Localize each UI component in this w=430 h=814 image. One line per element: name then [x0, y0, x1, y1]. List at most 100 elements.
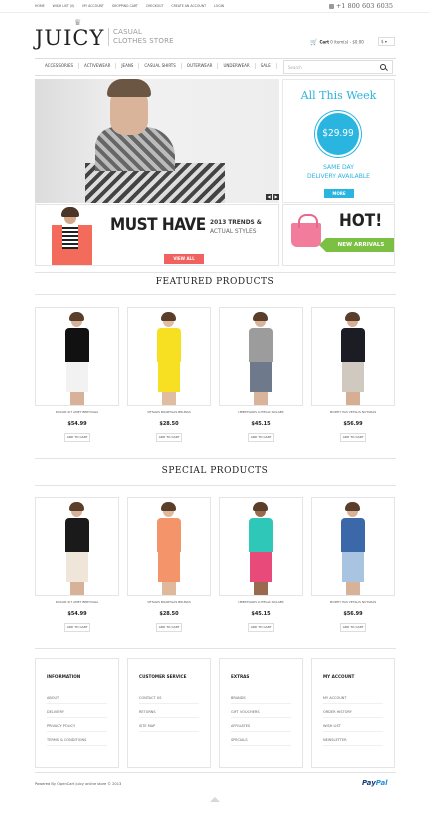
- footer-link[interactable]: Delivery: [47, 710, 107, 718]
- product-name[interactable]: Morth Has Vetalis Nuturas: [311, 410, 395, 414]
- must-have-subtitle: 2013 Trends & Actual Styles: [210, 218, 270, 236]
- top-link-login[interactable]: Login: [214, 4, 224, 8]
- footer-link[interactable]: Affiliates: [231, 724, 291, 732]
- footer-link[interactable]: Newsletter: [323, 738, 383, 746]
- product-price: $54.99: [67, 421, 87, 427]
- model-legs: [346, 582, 360, 595]
- top-link-cart[interactable]: Shopping Cart: [112, 4, 138, 8]
- featured-product-image[interactable]: [127, 307, 211, 406]
- model-bottom: [342, 552, 364, 582]
- must-have-title: MUST HAVE: [110, 215, 206, 235]
- chevron-down-icon: ▾: [384, 39, 387, 44]
- search-icon[interactable]: [380, 64, 386, 70]
- top-link-home[interactable]: Home: [35, 4, 45, 8]
- nav-sale[interactable]: Sale: [256, 63, 277, 69]
- banner-model-image: [44, 205, 100, 265]
- product-price: $56.99: [343, 611, 363, 617]
- footer-link[interactable]: Wish List: [323, 724, 383, 732]
- product-price: $56.99: [343, 421, 363, 427]
- footer-link[interactable]: Privacy Policy: [47, 724, 107, 732]
- footer-link[interactable]: Order History: [323, 710, 383, 718]
- cart-total: 0 item(s) - $0.00: [330, 39, 364, 45]
- special-title-text: Special products: [161, 466, 269, 476]
- footer-link[interactable]: Terms & Conditions: [47, 738, 107, 746]
- add-to-cart-button[interactable]: Add to cart: [156, 433, 182, 442]
- featured-title: Featured products: [0, 277, 430, 287]
- new-arrivals-ribbon: New Arrivals: [319, 238, 394, 252]
- slider-next-icon[interactable]: ▶: [273, 194, 279, 200]
- footer-link[interactable]: Gift Vouchers: [231, 710, 291, 718]
- divider: [35, 485, 396, 486]
- featured-product-image[interactable]: [219, 307, 303, 406]
- view-all-label: View All: [173, 256, 195, 261]
- special-product-image[interactable]: [219, 497, 303, 596]
- cart-icon: 🛒: [310, 39, 318, 46]
- scroll-top-icon[interactable]: [210, 797, 220, 802]
- top-link-checkout[interactable]: Checkout: [146, 4, 164, 8]
- footer-link[interactable]: Returns: [139, 710, 199, 718]
- footer-link[interactable]: Specials: [231, 738, 291, 746]
- add-to-cart-button[interactable]: Add to cart: [156, 623, 182, 632]
- add-to-cart-button[interactable]: Add to cart: [340, 623, 366, 632]
- model-top: [65, 328, 89, 362]
- model-top: [341, 518, 365, 552]
- product-name[interactable]: Vetagis Boartgas Brunas: [127, 410, 211, 414]
- cart-summary[interactable]: 🛒 Cart 0 item(s) - $0.00: [310, 39, 364, 46]
- slider-prev-icon[interactable]: ◀: [266, 194, 272, 200]
- featured-product-image[interactable]: [311, 307, 395, 406]
- nav-activewear[interactable]: Activewear: [79, 63, 117, 69]
- footer-heading: Extras: [231, 674, 250, 679]
- footer-link[interactable]: My Account: [323, 696, 383, 704]
- model-top: [65, 518, 89, 552]
- model-bottom: [342, 362, 364, 392]
- model-legs: [346, 392, 360, 405]
- divider: [35, 772, 396, 773]
- currency-select[interactable]: $ ▾: [378, 37, 395, 46]
- add-to-cart-button[interactable]: Add to cart: [64, 623, 90, 632]
- more-button[interactable]: More: [324, 189, 354, 198]
- product-name[interactable]: Ubertvaris Lutegia Solaer: [219, 410, 303, 414]
- search-input[interactable]: Search: [283, 60, 393, 74]
- footer-link[interactable]: Site Map: [139, 724, 199, 732]
- nav-jeans[interactable]: Jeans: [116, 63, 140, 69]
- top-link-wishlist[interactable]: Wish List (0): [53, 4, 75, 8]
- special-product-image[interactable]: [127, 497, 211, 596]
- model-top: [249, 328, 273, 362]
- model-hair: [161, 312, 176, 321]
- hot-banner[interactable]: HOT! New Arrivals: [282, 204, 395, 266]
- product-name[interactable]: Dolor Sit Amet Bertvaga: [35, 410, 119, 414]
- footer-link[interactable]: About: [47, 696, 107, 704]
- nav-accessories[interactable]: Accessories: [40, 63, 80, 69]
- view-all-button[interactable]: View All: [164, 254, 204, 264]
- top-link-account[interactable]: My Account: [82, 4, 103, 8]
- hero-slider-image[interactable]: [35, 79, 279, 203]
- product-name[interactable]: Vetagis Boartgas Brunas: [127, 600, 211, 604]
- special-product-image[interactable]: [311, 497, 395, 596]
- nav-outerwear[interactable]: Outerwear: [182, 63, 219, 69]
- product-name[interactable]: Morth Has Vetalis Nuturas: [311, 600, 395, 604]
- price-badge: $29.99: [313, 113, 363, 156]
- model-top: [157, 518, 181, 552]
- product-price: $28.50: [159, 611, 179, 617]
- product-name[interactable]: Ubertvaris Lutegia Solaer: [219, 600, 303, 604]
- add-to-cart-button[interactable]: Add to cart: [64, 433, 90, 442]
- model-bottom: [66, 552, 88, 582]
- footer-link[interactable]: Brands: [231, 696, 291, 704]
- banner-model-hair: [61, 207, 79, 217]
- promo-line-2: Delivery Available: [307, 173, 370, 180]
- add-to-cart-button[interactable]: Add to cart: [248, 433, 274, 442]
- model-bottom: [66, 362, 88, 392]
- footer-link[interactable]: Contact Us: [139, 696, 199, 704]
- logo[interactable]: JUICY: [35, 26, 104, 50]
- model-top: [341, 328, 365, 362]
- model-bottom: [158, 362, 180, 392]
- nav-underwear[interactable]: Underwear: [218, 63, 256, 69]
- add-to-cart-button[interactable]: Add to cart: [340, 433, 366, 442]
- featured-product-image[interactable]: [35, 307, 119, 406]
- top-link-create-account[interactable]: Create an account: [171, 4, 206, 8]
- nav-casual-shirts[interactable]: Casual Shirts: [139, 63, 182, 69]
- product-name[interactable]: Dolor Sit Amet Bertvaga: [35, 600, 119, 604]
- model-hair: [161, 502, 176, 511]
- special-product-image[interactable]: [35, 497, 119, 596]
- add-to-cart-button[interactable]: Add to cart: [248, 623, 274, 632]
